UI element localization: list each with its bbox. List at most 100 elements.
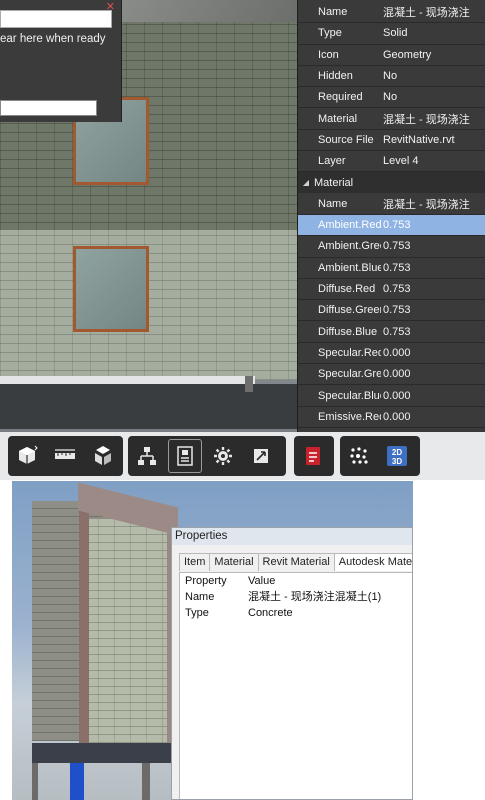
property-row[interactable]: Required No [298, 87, 485, 109]
property-row[interactable]: Specular.Red 0.000 [298, 343, 485, 365]
property-value: 混凝土 - 现场浇注 [383, 113, 470, 126]
property-key: Diffuse.Green [318, 304, 381, 317]
toggle-3d-label: 3D [392, 457, 402, 466]
property-row[interactable]: Icon Geometry [298, 45, 485, 66]
toolbar-group-tools [128, 436, 286, 476]
dialog-body: Property Value Name 混凝土 - 现场浇注混凝土(1) Type C… [179, 572, 412, 799]
property-row[interactable]: Name 混凝土 - 现场浇注 [298, 2, 485, 24]
pdf-icon[interactable] [296, 439, 330, 473]
viewer-3d-top[interactable]: ✕ ear here when ready Name 混凝土 - 现场浇注 Type… [0, 0, 485, 480]
dialog-tabs: Item Material Revit Material Autodesk Mater… [179, 553, 412, 571]
property-value: 混凝土 - 现场浇注 [383, 7, 470, 20]
property-row[interactable]: Material 混凝土 - 现场浇注 [298, 109, 485, 130]
floor-slab[interactable] [0, 376, 255, 384]
tab-material[interactable]: Material [209, 553, 259, 571]
property-row[interactable]: Ambient.Green0.753 [298, 236, 485, 258]
property-row[interactable]: Ambient.Blue 0.753 [298, 258, 485, 279]
settings-icon[interactable] [206, 439, 240, 473]
building-edge-left[interactable] [79, 501, 89, 751]
property-value: Geometry [383, 48, 432, 61]
row-value: Concrete [248, 607, 293, 619]
popup-input[interactable] [0, 10, 112, 28]
table-row[interactable]: Name 混凝土 - 现场浇注混凝土(1) [180, 589, 412, 605]
property-row[interactable]: Specular.Green0.000 [298, 364, 485, 386]
property-row[interactable]: Name 混凝土 - 现场浇注 [298, 194, 485, 215]
building-front-face[interactable] [82, 519, 177, 751]
property-row[interactable]: Diffuse.Green 0.753 [298, 300, 485, 322]
property-key: Material [318, 112, 358, 125]
property-key: Diffuse.Red [318, 283, 376, 296]
property-value: 0.753 [383, 261, 411, 274]
property-row[interactable]: Layer Level 4 [298, 151, 485, 173]
property-key: Required [318, 91, 363, 104]
property-key: Name [318, 6, 348, 19]
property-value: 0.753 [383, 219, 411, 232]
property-value: 0.000 [383, 389, 411, 402]
explode-icon[interactable] [86, 439, 120, 473]
property-key: Icon [318, 48, 339, 61]
properties-icon[interactable] [168, 439, 202, 473]
group-label: Material [314, 176, 354, 189]
header-value: Value [248, 575, 276, 587]
property-key: Name [318, 197, 348, 210]
viewer-toolbar: 2D 3D [0, 432, 485, 480]
building-window-lower[interactable] [73, 246, 149, 332]
property-row[interactable]: Emissive.Red 0.000 [298, 407, 485, 428]
point-cloud-icon[interactable] [342, 439, 376, 473]
comment-popup: ✕ ear here when ready [0, 0, 122, 122]
measure-icon[interactable] [48, 439, 82, 473]
property-row[interactable]: Type Solid [298, 23, 485, 45]
property-row[interactable]: Source File RevitNative.rvt [298, 130, 485, 152]
column-right[interactable] [142, 763, 150, 800]
dialog-title: Properties [172, 528, 412, 545]
property-value: 0.753 [383, 240, 411, 253]
model-tree-icon[interactable] [130, 439, 164, 473]
property-row[interactable]: Diffuse.Red 0.753 [298, 279, 485, 301]
property-value: Level 4 [383, 155, 419, 168]
fullscreen-icon[interactable] [244, 439, 278, 473]
dialog-header-row: Property Value [180, 573, 412, 589]
toolbar-group-navigation [8, 436, 123, 476]
tab-autodesk-materi[interactable]: Autodesk Materi [333, 553, 412, 571]
header-property: Property [185, 575, 227, 587]
property-value: Solid [383, 27, 408, 40]
property-row[interactable]: Specular.Blue 0.000 [298, 385, 485, 407]
column-left[interactable] [32, 763, 38, 800]
row-value: 混凝土 - 现场浇注混凝土(1) [248, 591, 382, 603]
property-value: No [383, 91, 398, 104]
property-key: Diffuse.Blue [318, 325, 378, 338]
column-selected[interactable] [70, 763, 84, 800]
building-wall-lower[interactable] [0, 230, 305, 380]
table-row[interactable]: Type Concrete [180, 605, 412, 621]
remove-icon[interactable]: ✕ [106, 0, 115, 13]
property-value: 0.753 [383, 304, 411, 317]
property-key: Emissive.Red [318, 410, 381, 423]
property-key: Ambient.Green [318, 240, 381, 253]
popup-text-field[interactable] [0, 100, 97, 116]
property-value: 0.000 [383, 368, 411, 381]
properties-dialog: Properties Item Material Revit Material Aut… [171, 527, 413, 800]
property-row[interactable]: Ambient.Red 0.753 [298, 215, 485, 237]
floor-slab-bottom[interactable] [32, 743, 180, 763]
properties-panel: Name 混凝土 - 现场浇注 Type Solid Icon Geometry Hidde… [297, 0, 485, 432]
property-key: Ambient.Red [318, 219, 381, 232]
property-row[interactable]: Diffuse.Blue 0.753 [298, 322, 485, 343]
orbit-cube-icon[interactable] [10, 439, 44, 473]
property-value: RevitNative.rvt [383, 133, 455, 146]
property-row[interactable]: Hidden No [298, 66, 485, 88]
under-slab [0, 384, 305, 429]
row-property: Type [185, 607, 209, 619]
toggle-2d-label: 2D [392, 448, 402, 457]
toolbar-group-view: 2D 3D [340, 436, 420, 476]
tab-item[interactable]: Item [179, 553, 211, 571]
property-key: Specular.Blue [318, 389, 381, 402]
collapse-triangle-icon[interactable]: ◢ [298, 178, 314, 187]
2d-3d-toggle-icon[interactable]: 2D 3D [380, 439, 414, 473]
column-stub[interactable] [245, 376, 253, 392]
property-key: Specular.Red [318, 346, 381, 359]
tab-revit-material[interactable]: Revit Material [257, 553, 335, 571]
material-group-header[interactable]: ◢ Material [298, 172, 485, 194]
property-value: 0.753 [383, 325, 411, 338]
property-key: Type [318, 27, 342, 40]
row-property: Name [185, 591, 215, 603]
